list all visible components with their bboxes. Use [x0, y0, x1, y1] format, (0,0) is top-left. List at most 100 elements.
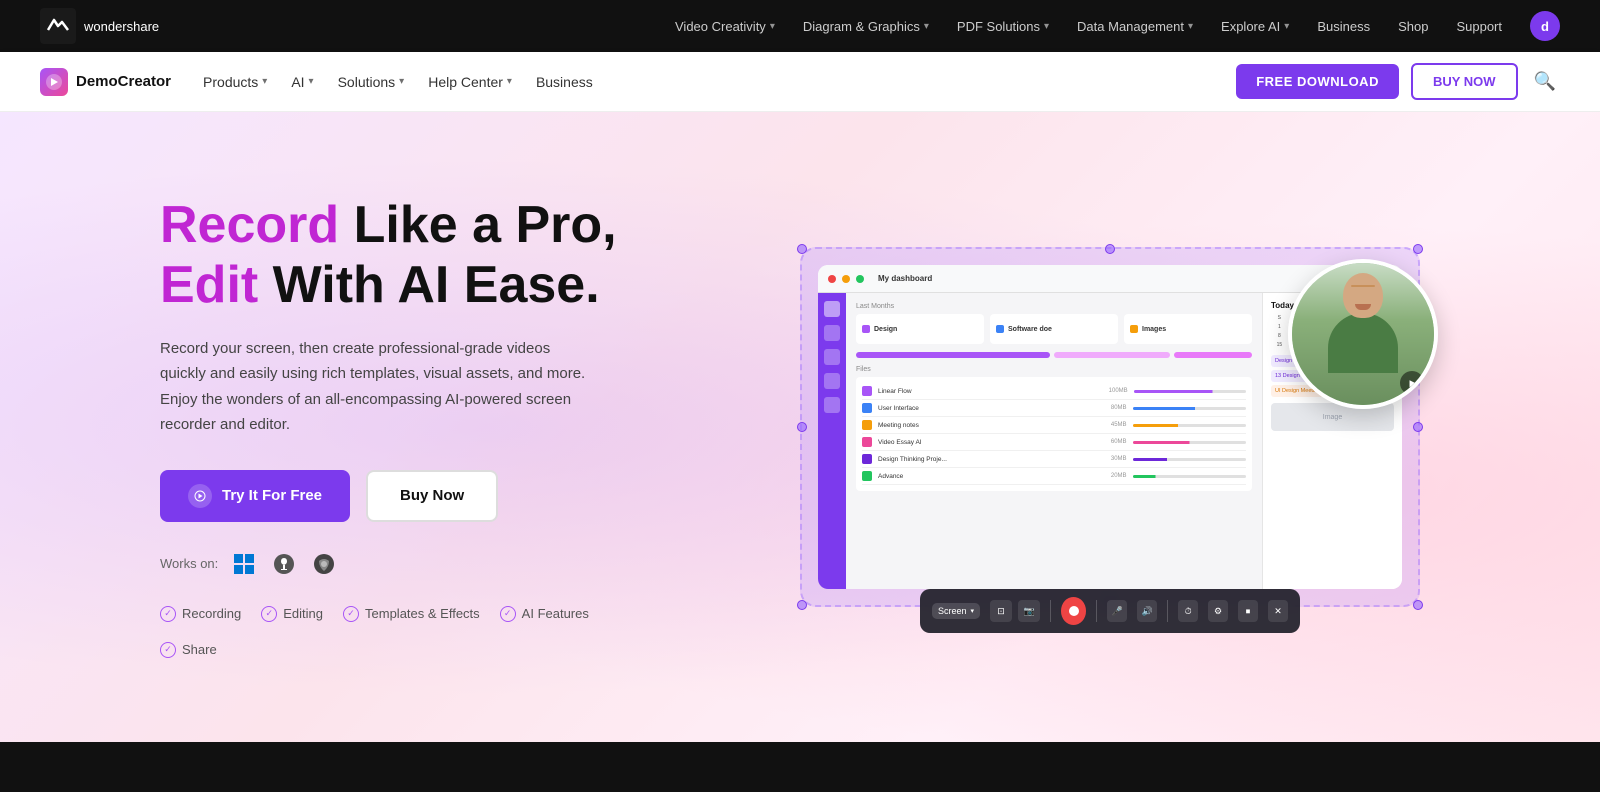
file-icon	[862, 386, 872, 396]
sec-nav-right: FREE DOWNLOAD BUY NOW 🔍	[1236, 63, 1560, 100]
search-icon: 🔍	[1534, 71, 1556, 91]
file-bar	[1133, 441, 1246, 444]
drag-handle-top-middle[interactable]	[1105, 244, 1115, 254]
hero-content: Record Like a Pro, Edit With AI Ease. Re…	[160, 196, 660, 658]
drag-handle-top-right[interactable]	[1413, 244, 1423, 254]
toolbar-controls-group: ⊡ 📷	[990, 600, 1040, 622]
hero-subtitle: Record your screen, then create professi…	[160, 336, 600, 438]
window-minimize-dot	[842, 275, 850, 283]
card-images: Images	[1124, 314, 1252, 344]
works-on-label: Works on:	[160, 556, 218, 571]
sidebar-icon-3	[824, 349, 840, 365]
file-bar	[1133, 475, 1246, 478]
top-nav-links: Video Creativity ▾ Diagram & Graphics ▾ …	[675, 11, 1560, 41]
chevron-down-icon: ▾	[1044, 21, 1049, 32]
hero-title-record: Record	[160, 196, 339, 254]
file-icon	[862, 471, 872, 481]
app-sidebar	[818, 293, 846, 589]
sec-nav-links: Products ▾ AI ▾ Solutions ▾ Help Center …	[203, 74, 593, 90]
toolbar-fullscreen-button[interactable]: ⊡	[990, 600, 1012, 622]
person-head	[1343, 273, 1383, 318]
sec-nav-help-center[interactable]: Help Center ▾	[428, 74, 512, 90]
hero-title-ai: With AI Ease.	[258, 256, 599, 314]
card-color-design	[862, 325, 870, 333]
democreator-brand[interactable]: DemoCreator	[40, 68, 171, 96]
dashboard-title: My dashboard	[878, 274, 932, 283]
toolbar-settings-button[interactable]: ⚙	[1208, 600, 1228, 622]
sec-nav-products[interactable]: Products ▾	[203, 74, 267, 90]
toolbar-mic-button[interactable]: 🎤	[1107, 600, 1127, 622]
file-bar	[1133, 458, 1246, 461]
wondershare-logo[interactable]: wondershare	[40, 8, 159, 44]
toolbar-divider	[1050, 600, 1051, 622]
hero-title: Record Like a Pro, Edit With AI Ease.	[160, 196, 660, 316]
check-icon: ✓	[500, 606, 516, 622]
user-avatar[interactable]: d	[1530, 11, 1560, 41]
window-close-dot	[828, 275, 836, 283]
webcam-overlay: ▶	[1288, 259, 1438, 409]
check-icon: ✓	[343, 606, 359, 622]
nav-diagram-graphics[interactable]: Diagram & Graphics ▾	[803, 19, 929, 34]
files-label: Files	[856, 366, 1252, 373]
try-free-button[interactable]: Try It For Free	[160, 470, 350, 522]
window-maximize-dot	[856, 275, 864, 283]
buy-now-hero-button[interactable]: Buy Now	[366, 470, 498, 522]
card-software: Software doe	[990, 314, 1118, 344]
feature-tag-templates: ✓ Templates & Effects	[343, 606, 480, 622]
chevron-down-icon: ▾	[770, 21, 775, 32]
play-button-overlay[interactable]: ▶	[1400, 371, 1424, 395]
sidebar-icon-2	[824, 325, 840, 341]
nav-shop[interactable]: Shop	[1398, 19, 1428, 34]
drag-handle-middle-left[interactable]	[797, 422, 807, 432]
app-main-content: Last Months Design Software doe	[846, 293, 1262, 589]
nav-data-management[interactable]: Data Management ▾	[1077, 19, 1193, 34]
nav-explore-ai[interactable]: Explore AI ▾	[1221, 19, 1289, 34]
secondary-navigation: DemoCreator Products ▾ AI ▾ Solutions ▾ …	[0, 52, 1600, 112]
file-bar	[1133, 407, 1246, 410]
file-row: Linear Flow 100MB	[862, 383, 1246, 400]
feature-tags: ✓ Recording ✓ Editing ✓ Templates & Effe…	[160, 606, 660, 658]
file-row: Video Essay AI 60MB	[862, 434, 1246, 451]
drag-handle-top-left[interactable]	[797, 244, 807, 254]
last-months-label: Last Months	[856, 303, 1252, 310]
sidebar-icon-5	[824, 397, 840, 413]
drag-handle-bottom-left[interactable]	[797, 600, 807, 610]
nav-business[interactable]: Business	[1317, 19, 1370, 34]
toolbar-speaker-button[interactable]: 🔊	[1137, 600, 1157, 622]
chevron-down-icon: ▾	[1284, 21, 1289, 32]
file-icon	[862, 420, 872, 430]
sec-nav-solutions[interactable]: Solutions ▾	[338, 74, 405, 90]
hero-title-edit: Edit	[160, 256, 258, 314]
card-design: Design	[856, 314, 984, 344]
hero-section: Record Like a Pro, Edit With AI Ease. Re…	[0, 112, 1600, 742]
drag-handle-bottom-right[interactable]	[1413, 600, 1423, 610]
toolbar-divider	[1096, 600, 1097, 622]
record-button[interactable]	[1061, 597, 1086, 625]
toolbar-camera-button[interactable]: 📷	[1018, 600, 1040, 622]
play-icon: ▶	[1410, 378, 1417, 389]
sec-nav-ai[interactable]: AI ▾	[291, 74, 313, 90]
nav-video-creativity[interactable]: Video Creativity ▾	[675, 19, 775, 34]
progress-bar-2	[1054, 352, 1170, 358]
search-button[interactable]: 🔍	[1530, 67, 1560, 96]
feature-tag-editing: ✓ Editing	[261, 606, 323, 622]
wondershare-text: wondershare	[84, 19, 159, 34]
toolbar-stop-button[interactable]: ⏹	[1238, 600, 1258, 622]
record-icon	[1069, 606, 1079, 616]
chevron-down-icon: ▾	[507, 76, 512, 87]
drag-handle-middle-right[interactable]	[1413, 422, 1423, 432]
footer-bar	[0, 742, 1600, 792]
buy-now-button[interactable]: BUY NOW	[1411, 63, 1518, 100]
free-download-button[interactable]: FREE DOWNLOAD	[1236, 64, 1399, 99]
nav-support[interactable]: Support	[1456, 19, 1502, 34]
sec-nav-business[interactable]: Business	[536, 74, 593, 90]
cal-date: 8	[1271, 332, 1288, 340]
file-row: User Interface 80MB	[862, 400, 1246, 417]
wondershare-logo-icon	[40, 8, 76, 44]
toolbar-exit-button[interactable]: ✕	[1268, 600, 1288, 622]
toolbar-timer-button[interactable]: ⏱	[1178, 600, 1198, 622]
chevron-down-icon: ▾	[309, 76, 314, 87]
nav-pdf-solutions[interactable]: PDF Solutions ▾	[957, 19, 1049, 34]
screen-selector[interactable]: Screen ▾	[932, 603, 980, 619]
content-cards-grid: Design Software doe Images	[856, 314, 1252, 344]
